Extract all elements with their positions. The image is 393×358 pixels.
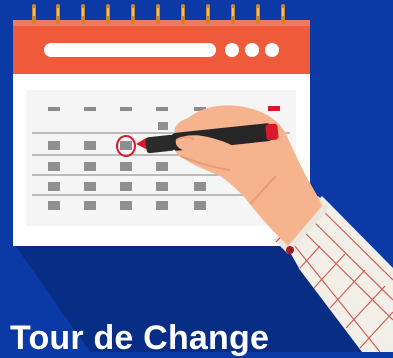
banner-title: Tour de Change (10, 319, 270, 357)
calendar-header-dot (245, 43, 259, 57)
cuff-button (286, 246, 294, 254)
weekend-marker (268, 106, 280, 111)
calendar-illustration (13, 4, 393, 352)
calendar-header-dot (265, 43, 279, 57)
calendar-header-bar (44, 43, 216, 57)
calendar-header-dot (225, 43, 239, 57)
